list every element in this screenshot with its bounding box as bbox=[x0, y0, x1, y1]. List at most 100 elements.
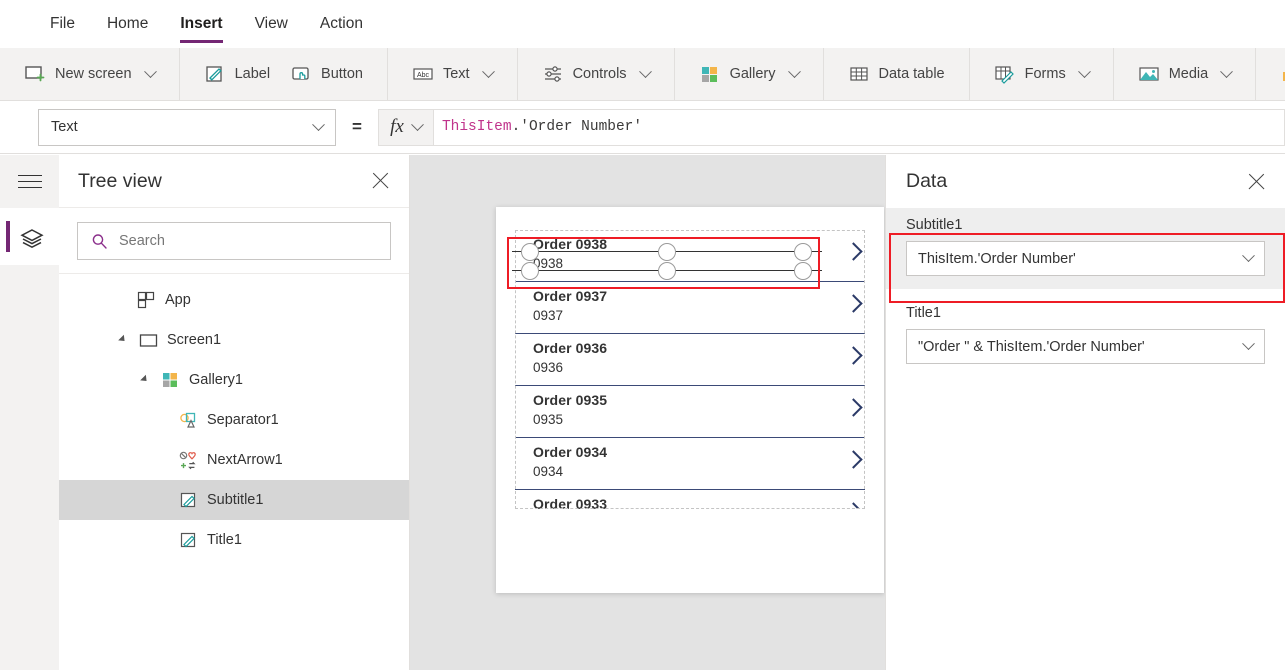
menu-item-view[interactable]: View bbox=[239, 0, 304, 48]
chevron-down-icon bbox=[1220, 65, 1233, 78]
resize-handle-bottom-center[interactable] bbox=[658, 262, 676, 280]
label-icon bbox=[179, 491, 198, 510]
tree-node-label: Screen1 bbox=[167, 332, 221, 348]
tree-node-separator1[interactable]: Separator1 bbox=[59, 400, 409, 440]
layers-icon bbox=[19, 226, 41, 248]
forms-button[interactable]: Forms bbox=[984, 54, 1099, 94]
search-placeholder: Search bbox=[119, 233, 165, 249]
data-panel-title: Data bbox=[906, 170, 947, 193]
gallery-control[interactable]: Order 0938 0938 Order 0937 0937 Order 09… bbox=[515, 230, 865, 509]
data-field-dropdown[interactable]: "Order " & ThisItem.'Order Number' bbox=[906, 329, 1265, 364]
close-icon[interactable] bbox=[371, 171, 391, 191]
gallery-row-subtitle: 0936 bbox=[533, 360, 563, 375]
data-field-value: "Order " & ThisItem.'Order Number' bbox=[918, 339, 1145, 355]
media-button[interactable]: Media bbox=[1128, 54, 1242, 94]
gallery-row-title: Order 0936 bbox=[533, 340, 607, 356]
ribbon-group-controls-basic: Label Button bbox=[180, 48, 388, 101]
resize-handle-top-center[interactable] bbox=[658, 243, 676, 261]
search-input[interactable]: Search bbox=[77, 222, 391, 260]
ribbon-button-label: Button bbox=[321, 66, 363, 82]
menu-item-home[interactable]: Home bbox=[91, 0, 164, 48]
resize-handle-top-right[interactable] bbox=[794, 243, 812, 261]
gallery-row[interactable]: Order 0936 0936 bbox=[515, 334, 865, 386]
ribbon-group-gallery: Gallery bbox=[675, 48, 824, 101]
tree-node-label: App bbox=[165, 292, 191, 308]
next-arrow-icon[interactable] bbox=[845, 295, 861, 311]
next-arrow-icon[interactable] bbox=[845, 399, 861, 415]
rail-empty-area bbox=[0, 265, 59, 670]
app-screen-preview[interactable]: Order 0938 0938 Order 0937 0937 Order 09… bbox=[496, 207, 884, 593]
tree-view-header: Tree view bbox=[59, 155, 409, 208]
data-table-button[interactable]: Data table bbox=[838, 54, 955, 94]
text-button[interactable]: Abc Text bbox=[402, 54, 503, 94]
menu-item-insert[interactable]: Insert bbox=[164, 0, 238, 48]
data-field-value: ThisItem.'Order Number' bbox=[918, 251, 1076, 267]
menu-item-label: Insert bbox=[180, 15, 222, 33]
chevron-down-icon bbox=[1242, 337, 1255, 350]
charts-button[interactable]: Char bbox=[1270, 54, 1285, 94]
tree-node-label: Title1 bbox=[207, 532, 242, 548]
next-arrow-icon[interactable] bbox=[845, 451, 861, 467]
tree-node-subtitle1[interactable]: Subtitle1 bbox=[59, 480, 409, 520]
canvas-area[interactable]: Order 0938 0938 Order 0937 0937 Order 09… bbox=[410, 155, 885, 670]
ribbon-group-screens: New screen bbox=[0, 48, 180, 101]
main-area: Tree view Search bbox=[0, 155, 1285, 670]
menu-item-file[interactable]: File bbox=[34, 0, 91, 48]
hamburger-icon bbox=[18, 175, 42, 189]
gallery-button[interactable]: Gallery bbox=[689, 54, 809, 94]
tree-node-list: App Screen1 bbox=[59, 274, 409, 670]
chevron-down-icon bbox=[411, 118, 424, 131]
ribbon-button-label: New screen bbox=[55, 66, 132, 82]
left-icon-rail bbox=[0, 155, 59, 670]
button-button[interactable]: Button bbox=[280, 54, 373, 94]
formula-token-thisitem: ThisItem bbox=[442, 119, 512, 135]
tree-node-label: Separator1 bbox=[207, 412, 279, 428]
ribbon-button-label: Forms bbox=[1025, 66, 1066, 82]
new-screen-button[interactable]: New screen bbox=[14, 54, 165, 94]
rail-item-tree-view[interactable] bbox=[0, 208, 59, 265]
ribbon-group-forms: Forms bbox=[970, 48, 1114, 101]
twisty-expanded-icon[interactable] bbox=[117, 336, 130, 344]
gallery-row[interactable]: Order 0934 0934 bbox=[515, 438, 865, 490]
ribbon-group-data: Data table bbox=[824, 48, 970, 101]
tree-node-app[interactable]: App bbox=[59, 280, 409, 320]
data-field-label: Title1 bbox=[906, 305, 1265, 321]
chevron-down-icon bbox=[482, 65, 495, 78]
data-field-dropdown[interactable]: ThisItem.'Order Number' bbox=[906, 241, 1265, 276]
fx-button[interactable]: fx bbox=[378, 109, 434, 146]
tree-node-label: NextArrow1 bbox=[207, 452, 283, 468]
next-arrow-icon[interactable] bbox=[845, 347, 861, 363]
gallery-row[interactable]: Order 0938 0938 bbox=[515, 230, 865, 282]
gallery-row-clipped[interactable]: Order 0933 bbox=[515, 490, 865, 509]
ribbon-button-label: Controls bbox=[573, 66, 627, 82]
new-screen-icon bbox=[24, 63, 46, 85]
label-button[interactable]: Label bbox=[194, 54, 280, 94]
controls-button[interactable]: Controls bbox=[532, 54, 660, 94]
gallery-row[interactable]: Order 0935 0935 bbox=[515, 386, 865, 438]
resize-handle-bottom-left[interactable] bbox=[521, 262, 539, 280]
next-arrow-icon[interactable] bbox=[845, 243, 861, 259]
property-dropdown[interactable]: Text bbox=[38, 109, 336, 146]
svg-text:Abc: Abc bbox=[417, 72, 430, 79]
gallery-row-subtitle: 0934 bbox=[533, 464, 563, 479]
property-dropdown-value: Text bbox=[51, 119, 78, 135]
next-arrow-icon[interactable] bbox=[845, 503, 861, 509]
tree-node-gallery1[interactable]: Gallery1 bbox=[59, 360, 409, 400]
menu-item-label: View bbox=[255, 15, 288, 33]
twisty-expanded-icon[interactable] bbox=[139, 376, 152, 384]
button-icon bbox=[290, 63, 312, 85]
tree-node-title1[interactable]: Title1 bbox=[59, 520, 409, 560]
ribbon-button-label: Text bbox=[443, 66, 470, 82]
hamburger-menu-button[interactable] bbox=[0, 155, 59, 208]
tree-node-screen1[interactable]: Screen1 bbox=[59, 320, 409, 360]
formula-input[interactable]: ThisItem.'Order Number' bbox=[434, 109, 1285, 146]
menu-item-action[interactable]: Action bbox=[304, 0, 379, 48]
search-icon bbox=[91, 233, 108, 250]
tree-node-nextarrow1[interactable]: NextArrow1 bbox=[59, 440, 409, 480]
close-icon[interactable] bbox=[1247, 172, 1267, 192]
forms-icon bbox=[994, 63, 1016, 85]
gallery-row[interactable]: Order 0937 0937 bbox=[515, 282, 865, 334]
resize-handle-bottom-right[interactable] bbox=[794, 262, 812, 280]
media-image-icon bbox=[1138, 63, 1160, 85]
resize-handle-top-left[interactable] bbox=[521, 243, 539, 261]
